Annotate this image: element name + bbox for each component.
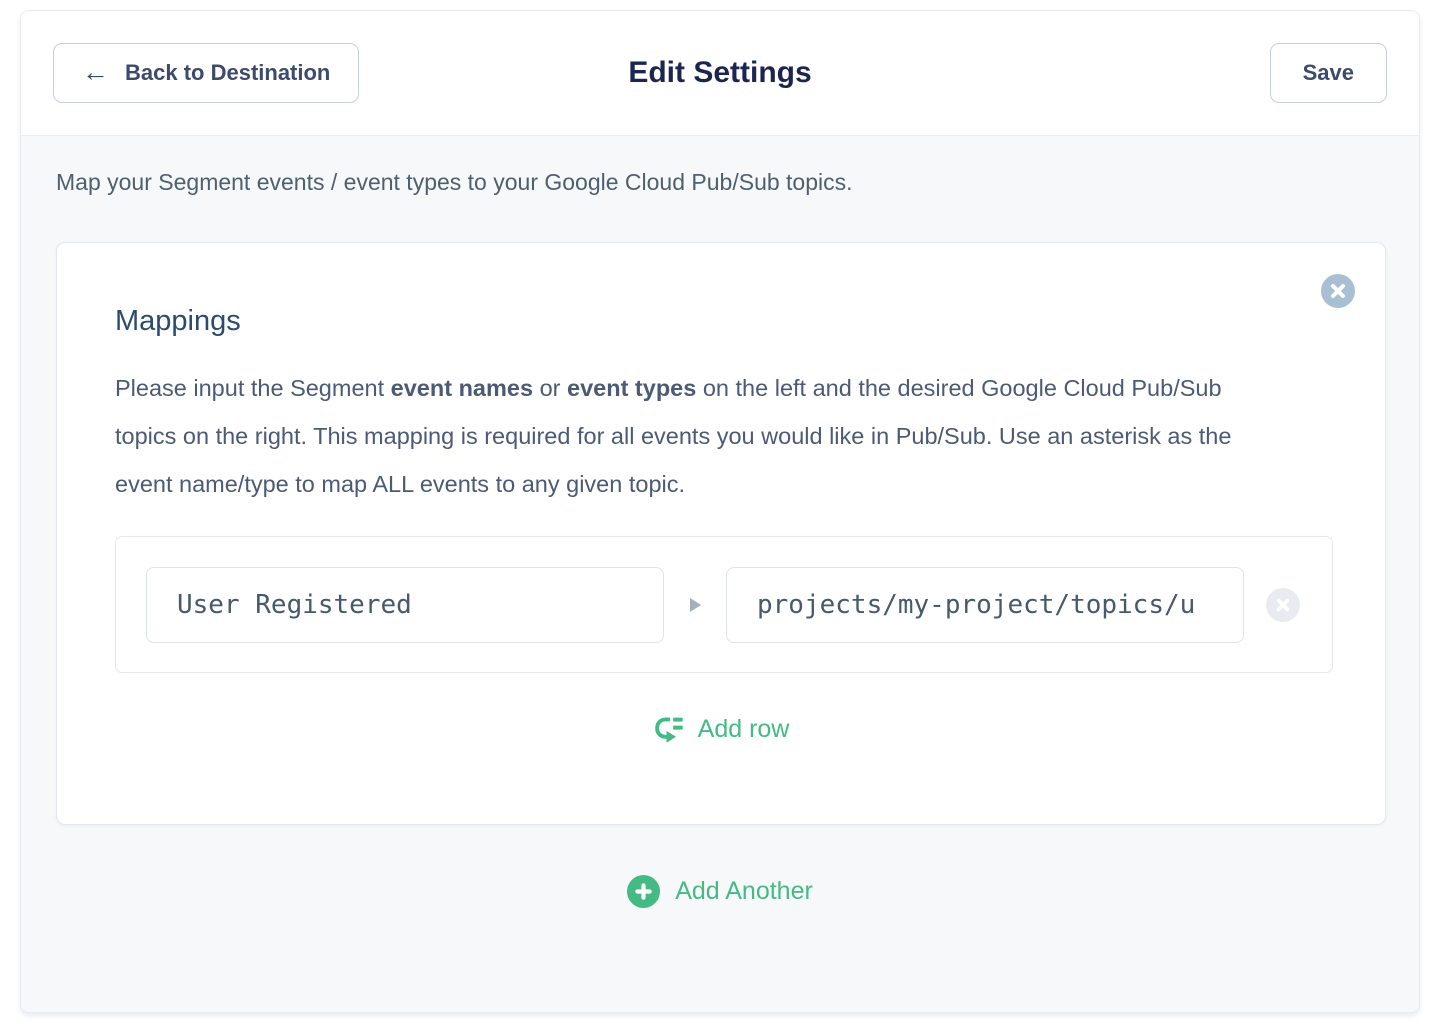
desc-segment: Please input the Segment — [115, 375, 391, 401]
insert-row-icon — [653, 713, 685, 745]
save-button[interactable]: Save — [1270, 43, 1387, 103]
add-row-label: Add row — [698, 715, 790, 744]
settings-panel: ← Back to Destination Edit Settings Save… — [20, 10, 1420, 1013]
back-to-destination-button[interactable]: ← Back to Destination — [53, 43, 359, 103]
x-glyph — [1329, 282, 1347, 300]
card-title: Mappings — [115, 305, 1327, 338]
desc-bold-event-names: event names — [391, 375, 533, 401]
mapping-arrow-icon — [664, 596, 726, 614]
topic-input[interactable] — [726, 567, 1244, 643]
card-description: Please input the Segment event names or … — [115, 364, 1285, 508]
card-close-icon[interactable] — [1321, 274, 1355, 308]
mappings-card: Mappings Please input the Segment event … — [56, 242, 1386, 825]
mapping-row — [115, 536, 1333, 673]
add-another-label: Add Another — [675, 877, 813, 906]
desc-bold-event-types: event types — [567, 375, 696, 401]
add-another-button[interactable]: Add Another — [56, 875, 1384, 908]
remove-row-icon[interactable] — [1266, 588, 1300, 622]
back-button-label: Back to Destination — [125, 60, 330, 86]
arrow-left-icon: ← — [82, 59, 109, 86]
desc-segment: or — [533, 375, 567, 401]
add-row-button[interactable]: Add row — [115, 713, 1327, 745]
intro-text: Map your Segment events / event types to… — [56, 166, 1384, 198]
event-name-input[interactable] — [146, 567, 664, 643]
plus-circle-icon — [627, 875, 660, 908]
x-glyph — [1275, 597, 1291, 613]
header-bar: ← Back to Destination Edit Settings Save — [21, 11, 1419, 136]
settings-body: Map your Segment events / event types to… — [21, 136, 1419, 1013]
